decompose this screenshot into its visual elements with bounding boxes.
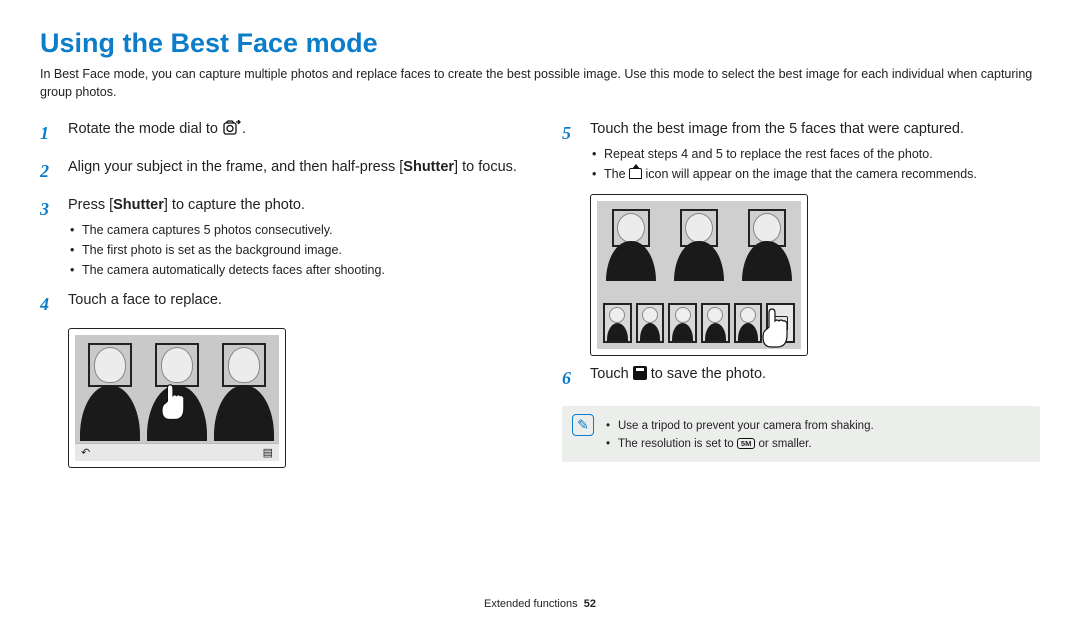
page-footer: Extended functions 52 (0, 598, 1080, 610)
intro-text: In Best Face mode, you can capture multi… (40, 65, 1040, 101)
text: Touch (590, 366, 633, 382)
step-number: 6 (562, 364, 576, 392)
bullet: The icon will appear on the image that t… (592, 164, 1040, 184)
face-thumb (636, 303, 665, 343)
step-5: 5 Touch the best image from the 5 faces … (562, 119, 1040, 184)
step-number: 3 (40, 195, 54, 280)
footer-section: Extended functions (484, 598, 578, 610)
content-columns: 1 Rotate the mode dial to . 2 Align your… (40, 119, 1040, 468)
face-thumb (701, 303, 730, 343)
note-box: Use a tripod to prevent your camera from… (562, 406, 1040, 462)
face-silhouette (670, 209, 728, 281)
step-text: Align your subject in the frame, and the… (68, 157, 518, 185)
face-silhouette (80, 341, 140, 441)
screenshot-toolbar: ↶ ▤ (75, 443, 279, 461)
step-1: 1 Rotate the mode dial to . (40, 119, 518, 147)
touch-gesture-icon (757, 307, 791, 349)
bullet: The camera automatically detects faces a… (70, 260, 518, 280)
bullet: The resolution is set to 5M or smaller. (606, 435, 874, 453)
screenshot-select-best (590, 194, 808, 356)
step-2: 2 Align your subject in the frame, and t… (40, 157, 518, 185)
footer-page-number: 52 (584, 598, 596, 610)
step-number: 4 (40, 290, 54, 318)
bold-text: Shutter (113, 197, 164, 213)
face-detect-box (222, 343, 266, 387)
page-title: Using the Best Face mode (40, 28, 1040, 59)
text: Rotate the mode dial to (68, 121, 222, 137)
step-4: 4 Touch a face to replace. (40, 290, 518, 318)
face-thumb (668, 303, 697, 343)
face-detect-box (88, 343, 132, 387)
face-thumb (603, 303, 632, 343)
face-detect-box (155, 343, 199, 387)
text: to save the photo. (647, 366, 766, 382)
text: or smaller. (755, 438, 811, 450)
step-number: 2 (40, 157, 54, 185)
step-text: Touch to save the photo. (590, 364, 1040, 392)
text: Press [ (68, 197, 113, 213)
face-detect-box (680, 209, 718, 247)
bullet: The camera captures 5 photos consecutive… (70, 220, 518, 240)
mode-dial-icon (223, 120, 241, 144)
face-silhouette (602, 209, 660, 281)
step-text: Touch the best image from the 5 faces th… (590, 119, 1040, 184)
screenshot-touch-face: ↶ ▤ (68, 328, 286, 468)
step-text: Touch a face to replace. (68, 290, 518, 318)
note-icon (572, 414, 594, 436)
resolution-badge: 5M (737, 438, 755, 449)
step-6: 6 Touch to save the photo. (562, 364, 1040, 392)
text: Touch the best image from the 5 faces th… (590, 121, 964, 137)
text: icon will appear on the image that the c… (642, 167, 977, 181)
step-3: 3 Press [Shutter] to capture the photo. … (40, 195, 518, 280)
step-text: Press [Shutter] to capture the photo. Th… (68, 195, 518, 280)
bullet: The first photo is set as the background… (70, 240, 518, 260)
face-silhouette (214, 341, 274, 441)
text: The (604, 167, 629, 181)
step-number: 1 (40, 119, 54, 147)
step-text: Rotate the mode dial to . (68, 119, 518, 147)
bullet: Use a tripod to prevent your camera from… (606, 417, 874, 435)
left-column: 1 Rotate the mode dial to . 2 Align your… (40, 119, 518, 468)
right-column: 5 Touch the best image from the 5 faces … (562, 119, 1040, 468)
face-detect-box (748, 209, 786, 247)
text: The resolution is set to (618, 438, 737, 450)
text: . (242, 121, 246, 137)
save-icon: ▤ (263, 446, 273, 459)
bullet: Repeat steps 4 and 5 to replace the rest… (592, 144, 1040, 164)
face-detect-box (612, 209, 650, 247)
bold-text: Shutter (403, 159, 454, 175)
text: ] to focus. (454, 159, 517, 175)
face-silhouette (738, 209, 796, 281)
note-bullets: Use a tripod to prevent your camera from… (604, 417, 874, 454)
touch-gesture-icon (155, 383, 189, 423)
text: ] to capture the photo. (164, 197, 305, 213)
step-3-bullets: The camera captures 5 photos consecutive… (68, 220, 518, 280)
step-5-bullets: Repeat steps 4 and 5 to replace the rest… (590, 144, 1040, 184)
recommend-icon (629, 168, 642, 179)
back-icon: ↶ (81, 446, 90, 459)
save-icon (633, 366, 647, 380)
text: Align your subject in the frame, and the… (68, 159, 403, 175)
step-number: 5 (562, 119, 576, 184)
